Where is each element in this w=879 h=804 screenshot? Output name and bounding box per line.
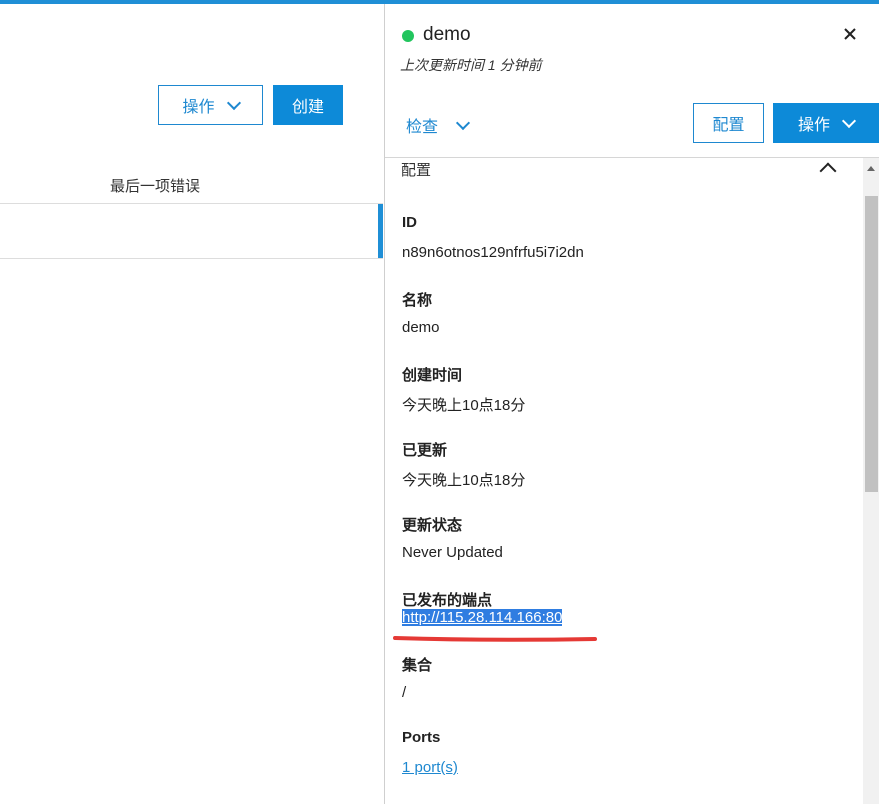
field-value-name: demo xyxy=(402,319,440,336)
field-label-published-endpoint: 已发布的端点 xyxy=(402,592,493,609)
inspect-label: 检查 xyxy=(406,119,439,136)
panel-title: demo xyxy=(423,24,471,45)
close-icon[interactable] xyxy=(840,24,860,44)
create-label: 创建 xyxy=(291,99,324,116)
chevron-down-icon xyxy=(226,95,241,110)
field-label-update-status: 更新状态 xyxy=(402,517,463,534)
field-value-collection: / xyxy=(402,684,407,701)
panel-actions-label: 操作 xyxy=(797,117,830,134)
inspect-dropdown[interactable]: 检查 xyxy=(406,113,471,137)
ports-link[interactable]: 1 port(s) xyxy=(402,759,458,776)
scrollbar-thumb[interactable] xyxy=(865,196,878,492)
chevron-up-icon[interactable] xyxy=(819,162,837,180)
panel-actions-dropdown-button[interactable]: 操作 xyxy=(773,103,879,143)
detail-panel: demo 上次更新时间 1 分钟前 检查 配置 操作 配置 ID n89n6ot… xyxy=(384,4,879,804)
endpoint-link[interactable]: http://115.28.114.166:80 xyxy=(402,609,563,626)
field-value-update-status: Never Updated xyxy=(402,544,503,561)
scroll-up-arrow-icon[interactable] xyxy=(867,166,875,171)
configure-button[interactable]: 配置 xyxy=(693,103,764,143)
status-indicator-icon xyxy=(402,30,414,42)
red-annotation-underline xyxy=(393,636,597,642)
row-divider xyxy=(0,258,383,259)
main-list-panel: 操作 创建 最后一项错误 xyxy=(0,4,384,804)
ports-value: 1 port(s) xyxy=(402,759,458,776)
selected-row-indicator xyxy=(378,204,383,258)
section-title: 配置 xyxy=(401,162,432,179)
chevron-down-icon xyxy=(841,113,857,128)
field-value-created: 今天晚上10点18分 xyxy=(402,397,526,414)
configure-label: 配置 xyxy=(712,117,745,134)
config-section: 配置 ID n89n6otnos129nfrfu5i7i2dn 名称 demo … xyxy=(385,158,863,804)
create-button[interactable]: 创建 xyxy=(273,85,343,125)
field-label-id: ID xyxy=(402,214,417,231)
actions-label: 操作 xyxy=(182,99,215,116)
chevron-down-icon xyxy=(455,115,471,130)
field-label-updated: 已更新 xyxy=(402,442,448,459)
vertical-scrollbar[interactable] xyxy=(863,158,879,804)
field-label-name: 名称 xyxy=(402,292,433,309)
field-value-updated: 今天晚上10点18分 xyxy=(402,472,526,489)
field-label-collection: 集合 xyxy=(402,657,433,674)
column-header-last-error[interactable]: 最后一项错误 xyxy=(110,175,200,196)
table-row[interactable] xyxy=(0,204,383,258)
field-label-created: 创建时间 xyxy=(402,367,463,384)
actions-dropdown-button[interactable]: 操作 xyxy=(158,85,263,125)
field-value-id: n89n6otnos129nfrfu5i7i2dn xyxy=(402,244,584,261)
last-updated-text: 上次更新时间 1 分钟前 xyxy=(400,57,542,73)
field-label-ports: Ports xyxy=(402,729,441,746)
endpoint-value: http://115.28.114.166:80 xyxy=(402,609,563,626)
